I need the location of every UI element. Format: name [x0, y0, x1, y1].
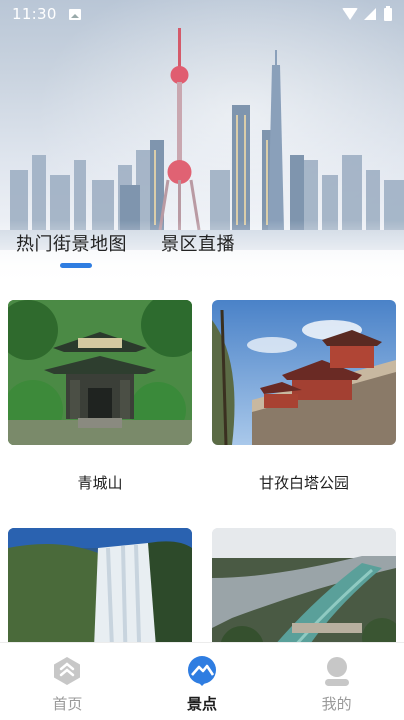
scenic-card-title: 甘孜白塔公园 — [258, 474, 349, 492]
city-skyline-image — [0, 28, 404, 250]
tab-scenic-live[interactable]: 景区直播 — [161, 230, 235, 256]
image-notification-icon — [68, 8, 81, 20]
user-avatar-icon[interactable] — [321, 655, 353, 687]
mountain-pin-icon[interactable] — [186, 655, 218, 687]
bottom-navigation: 首页 景点 我的 — [0, 642, 404, 720]
nav-label-profile: 我的 — [321, 695, 352, 713]
nav-item-home[interactable]: 首页 — [0, 643, 135, 720]
pearl-tower — [158, 28, 201, 231]
tab-street-view-map[interactable]: 热门街景地图 — [16, 230, 127, 256]
ganzi-white-pagoda-park-image[interactable] — [212, 300, 396, 445]
wifi-icon — [342, 8, 358, 20]
status-bar: 11:30 — [0, 0, 404, 28]
scenic-card-title: 青城山 — [77, 474, 123, 492]
status-indicators — [342, 5, 392, 21]
signal-icon — [364, 8, 376, 20]
battery-icon — [384, 5, 392, 21]
nav-item-profile[interactable]: 我的 — [269, 643, 404, 720]
hero-tabs: 热门街景地图 景区直播 — [16, 230, 235, 256]
scenic-card[interactable]: 青城山 — [8, 300, 192, 492]
active-tab-indicator — [60, 263, 92, 268]
status-time: 11:30 — [12, 5, 57, 23]
nav-item-scenic[interactable]: 景点 — [135, 643, 270, 720]
scenic-card[interactable]: 甘孜白塔公园 — [212, 300, 396, 492]
home-hexagon-icon[interactable] — [51, 655, 83, 687]
nav-label-scenic: 景点 — [187, 695, 218, 713]
qingcheng-mountain-image[interactable] — [8, 300, 192, 445]
nav-label-home: 首页 — [52, 695, 83, 713]
